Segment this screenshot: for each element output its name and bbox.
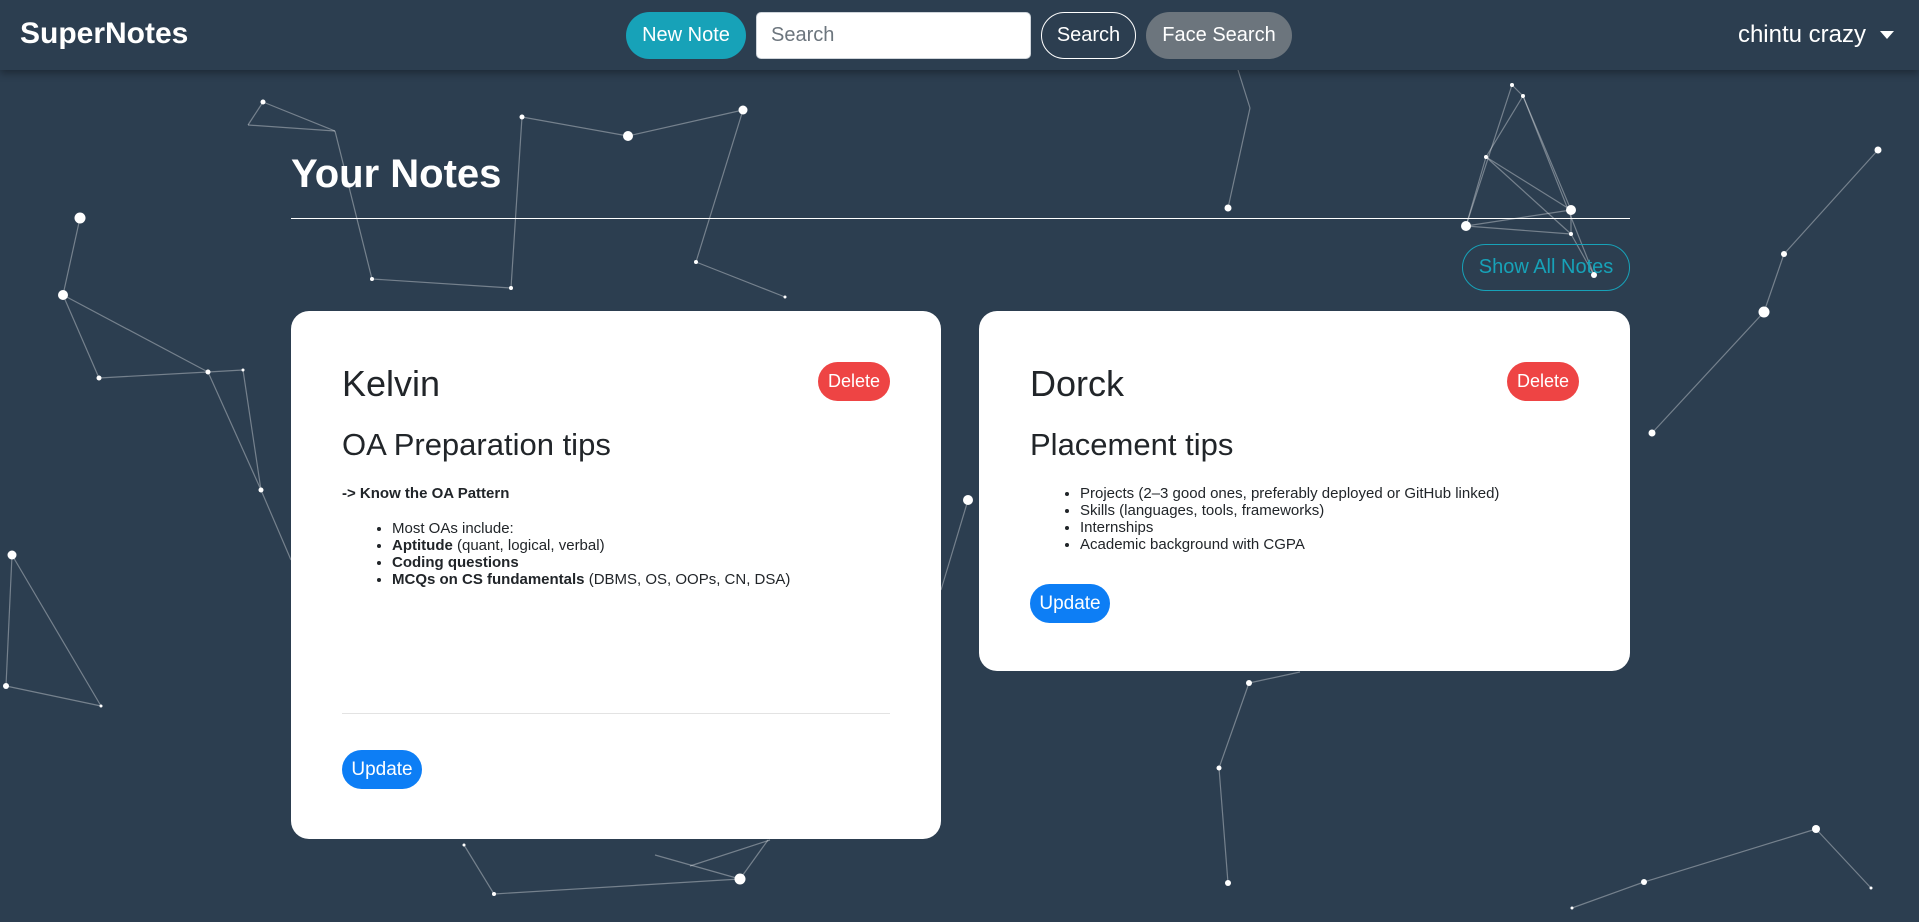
page-title: Your Notes bbox=[291, 152, 502, 196]
delete-button[interactable]: Delete bbox=[818, 362, 890, 401]
note-body: Projects (2–3 good ones, preferably depl… bbox=[1030, 485, 1499, 553]
note-card: Dorck Delete Placement tips Projects (2–… bbox=[979, 311, 1630, 671]
new-note-button[interactable]: New Note bbox=[626, 12, 746, 59]
note-card: Kelvin Delete OA Preparation tips -> Kno… bbox=[291, 311, 941, 839]
card-divider bbox=[342, 713, 890, 714]
list-item: Academic background with CGPA bbox=[1080, 536, 1499, 553]
search-input[interactable] bbox=[756, 12, 1031, 59]
list-item: Skills (languages, tools, frameworks) bbox=[1080, 502, 1499, 519]
show-all-notes-button[interactable]: Show All Notes bbox=[1462, 244, 1630, 291]
list-item: Most OAs include: bbox=[392, 520, 790, 537]
brand-logo[interactable]: SuperNotes bbox=[20, 17, 188, 51]
note-title: Placement tips bbox=[1030, 427, 1234, 462]
note-title: OA Preparation tips bbox=[342, 427, 611, 462]
note-author: Kelvin bbox=[342, 363, 441, 404]
list-item: Internships bbox=[1080, 519, 1499, 536]
face-search-button[interactable]: Face Search bbox=[1146, 12, 1292, 59]
note-subheading: -> Know the OA Pattern bbox=[342, 485, 510, 502]
note-body: -> Know the OA Pattern Most OAs include:… bbox=[342, 485, 790, 588]
user-menu-toggle[interactable]: chintu crazy bbox=[1738, 21, 1894, 49]
list-item: Projects (2–3 good ones, preferably depl… bbox=[1080, 485, 1499, 502]
list-item: Aptitude (quant, logical, verbal) bbox=[392, 537, 790, 554]
top-navbar: SuperNotes New Note Search Face Search c… bbox=[0, 0, 1919, 70]
particle-network-background bbox=[3, 69, 1882, 910]
search-button[interactable]: Search bbox=[1041, 12, 1136, 59]
update-button[interactable]: Update bbox=[1030, 584, 1110, 623]
caret-down-icon bbox=[1880, 31, 1894, 39]
note-list: Projects (2–3 good ones, preferably depl… bbox=[1080, 485, 1499, 553]
list-item: MCQs on CS fundamentals (DBMS, OS, OOPs,… bbox=[392, 571, 790, 588]
list-item: Coding questions bbox=[392, 554, 790, 571]
delete-button[interactable]: Delete bbox=[1507, 362, 1579, 401]
note-list: Most OAs include: Aptitude (quant, logic… bbox=[392, 520, 790, 588]
title-divider bbox=[291, 218, 1630, 219]
user-name: chintu crazy bbox=[1737, 21, 1866, 48]
note-author: Dorck bbox=[1030, 363, 1125, 404]
update-button[interactable]: Update bbox=[342, 750, 422, 789]
